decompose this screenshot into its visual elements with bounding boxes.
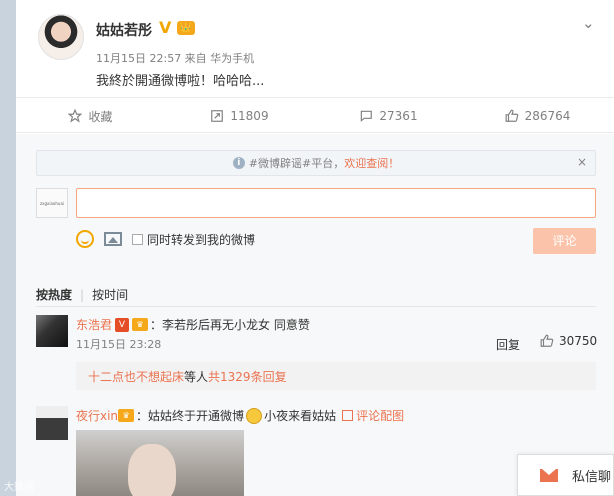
comment-text: ：姑姑终于开通微博 (136, 409, 245, 423)
forward-icon (211, 110, 224, 122)
commenter-avatar[interactable] (36, 315, 68, 347)
commenter-name[interactable]: 夜行xin (76, 407, 118, 424)
rumor-notice: i #微博辟谣#平台， 欢迎查阅！ × (36, 150, 596, 176)
photo-face (128, 444, 176, 496)
comment-count: 27361 (379, 109, 418, 123)
comment-like-count: 30750 (559, 334, 598, 348)
sort-separator: | (80, 288, 85, 302)
reply-button[interactable]: 回复 (496, 336, 520, 353)
divider (36, 306, 596, 307)
comment-line: 夜行xin ♛ ：姑姑终于开通微博 小夜来看姑姑 评论配图 (76, 407, 404, 424)
comment-text-tail: 小夜来看姑姑 (264, 409, 337, 423)
sort-tabs: 按热度 | 按时间 (36, 286, 128, 303)
comment-line: 东浩君 V ♛ ：李若彤后再无小龙女 同意赞 (76, 316, 310, 333)
notice-text: #微博辟谣#平台， (248, 157, 345, 170)
smiley-emoji-icon (246, 407, 263, 424)
picture-icon (342, 410, 354, 421)
mail-icon (540, 468, 558, 482)
forward-count: 11809 (230, 109, 269, 123)
image-icon[interactable] (104, 232, 122, 246)
private-message-bar[interactable]: 私信聊 (517, 454, 614, 496)
thumbs-up-icon (540, 334, 554, 347)
comment-like-button[interactable]: 30750 (540, 334, 597, 348)
sort-by-time-tab[interactable]: 按时间 (92, 288, 128, 302)
forward-checkbox-label[interactable]: 同时转发到我的微博 (147, 231, 255, 248)
submit-comment-button[interactable]: 评论 (533, 228, 596, 254)
action-bar: 收藏 11809 27361 286764 (16, 97, 614, 133)
emoji-icon[interactable] (76, 230, 94, 248)
sub-replies-summary: 十二点也不想起床 等人 共1329条回复 (76, 362, 596, 390)
forward-button[interactable]: 11809 (165, 98, 314, 134)
verified-badge-icon[interactable]: V (159, 18, 171, 37)
vip-badge-icon: V (115, 317, 130, 332)
crown-badge-icon: ♛ (118, 409, 135, 422)
my-avatar[interactable]: zxgxiaohuai (36, 188, 68, 218)
commenter-name[interactable]: 东浩君 (76, 316, 112, 333)
notice-link[interactable]: 欢迎查阅！ (344, 155, 399, 171)
sub-replies-link[interactable]: 共1329条回复 (208, 368, 287, 385)
info-icon: i (232, 157, 245, 169)
comment-text: ：李若彤后再无小龙女 同意赞 (150, 318, 310, 332)
sort-by-hot-tab[interactable]: 按热度 (36, 288, 72, 302)
reply-area: i #微博辟谣#平台， 欢迎查阅！ × zxgxiaohuai 同时转发到我的微… (16, 134, 614, 496)
thumbs-up-icon (505, 109, 518, 122)
post-text: 我終於開通微博啦！哈哈哈... (96, 74, 265, 89)
favorite-label: 收藏 (88, 109, 113, 124)
member-crown-icon[interactable]: 👑 (177, 21, 195, 35)
post-meta: 11月15日 22:57 来自 华为手机 (96, 52, 255, 65)
sub-reply-user[interactable]: 十二点也不想起床 (88, 368, 184, 385)
left-sidebar-edge (0, 0, 16, 496)
comment-picture-link[interactable]: 评论配图 (356, 407, 404, 424)
post-header: 姑姑若彤 V 👑 11月15日 22:57 来自 华为手机 我終於開通微博啦！哈… (16, 0, 614, 96)
weibo-post-card: 姑姑若彤 V 👑 11月15日 22:57 来自 华为手机 我終於開通微博啦！哈… (16, 0, 614, 496)
author-name[interactable]: 姑姑若彤 (96, 20, 152, 40)
crown-badge-icon: ♛ (132, 318, 149, 331)
chevron-down-icon[interactable]: ⌄ (582, 14, 595, 32)
like-count: 286764 (524, 109, 571, 123)
sub-reply-mid: 等人 (184, 369, 209, 384)
star-icon (68, 109, 83, 123)
watermark: 大数据 (4, 482, 34, 493)
commenter-avatar[interactable] (36, 406, 68, 440)
comment-button[interactable]: 27361 (314, 98, 463, 134)
close-icon[interactable]: × (577, 155, 587, 169)
favorite-button[interactable]: 收藏 (16, 98, 165, 134)
private-message-label: 私信聊 (572, 469, 612, 485)
comment-input[interactable] (76, 188, 596, 218)
comment-icon (361, 110, 373, 122)
author-avatar[interactable] (38, 14, 84, 60)
composer-tools: 同时转发到我的微博 (76, 228, 255, 250)
comment-time: 11月15日 23:28 (76, 338, 162, 351)
like-button[interactable]: 286764 (463, 98, 612, 134)
forward-checkbox[interactable] (132, 233, 143, 245)
comment-photo[interactable] (76, 430, 244, 496)
